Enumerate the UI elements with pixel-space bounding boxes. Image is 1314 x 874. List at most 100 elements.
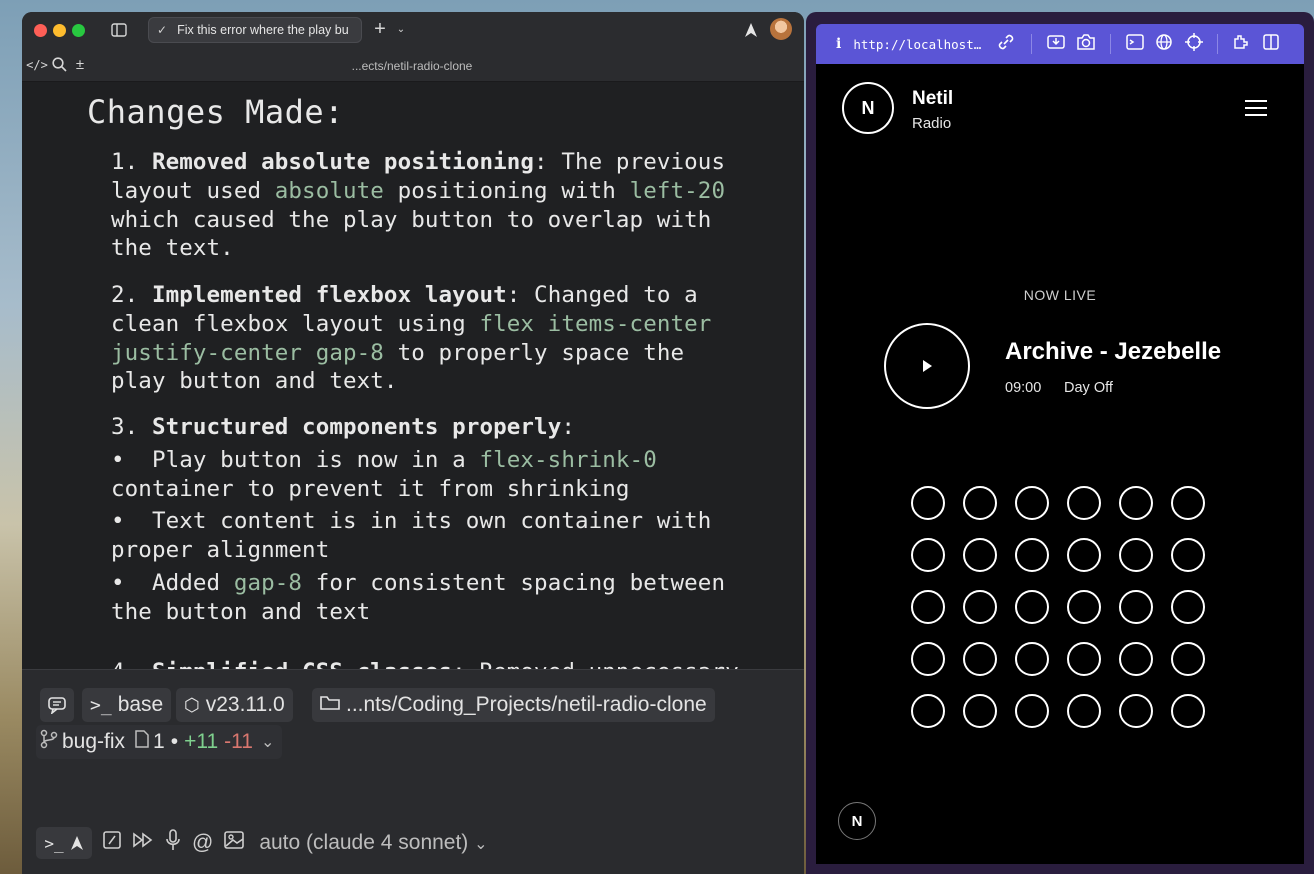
chevron-down-icon: ⌄ — [260, 734, 275, 751]
bullet-3: • Added gap-8 for consistent spacing bet… — [111, 569, 725, 627]
extension-icon[interactable] — [1232, 33, 1252, 56]
show-name: Day Off — [1064, 380, 1113, 396]
chat-icon[interactable] — [40, 688, 74, 722]
grid-circle[interactable] — [963, 642, 997, 676]
grid-circle[interactable] — [1015, 538, 1049, 572]
grid-circle[interactable] — [911, 694, 945, 728]
bullet-text: proper alignment — [111, 536, 330, 563]
grid-circle[interactable] — [911, 642, 945, 676]
bullet-text: • Added — [111, 570, 234, 596]
inline-code: gap-8 — [233, 570, 303, 596]
grid-circle[interactable] — [1067, 694, 1101, 728]
grid-circle[interactable] — [1171, 642, 1205, 676]
grid-circle[interactable] — [1171, 538, 1205, 572]
sidebar-toggle-icon[interactable] — [110, 21, 128, 39]
grid-circle[interactable] — [963, 538, 997, 572]
grid-circle[interactable] — [1119, 590, 1153, 624]
footer-logo[interactable]: N — [838, 802, 876, 840]
item-text: : — [561, 414, 575, 440]
breadcrumb-path: ...ects/netil-radio-clone — [351, 59, 473, 73]
grid-circle[interactable] — [963, 486, 997, 520]
microphone-icon[interactable] — [164, 829, 182, 857]
git-branch-icon — [40, 729, 58, 755]
folder-icon — [320, 693, 340, 717]
site-logo[interactable]: N — [842, 82, 894, 134]
grid-circle[interactable] — [1119, 538, 1153, 572]
node-version-chip[interactable]: ⬡ v23.11.0 — [176, 688, 293, 722]
grid-circle[interactable] — [1067, 642, 1101, 676]
ai-response-content: Changes Made: 1. Removed absolute positi… — [22, 82, 804, 672]
terminal-mode-toggle[interactable]: >_ — [36, 827, 92, 859]
grid-circle[interactable] — [911, 538, 945, 572]
bullet-text: for consistent spacing between — [302, 570, 726, 596]
grid-circle[interactable] — [1067, 486, 1101, 520]
model-selector[interactable]: auto (claude 4 sonnet) ⌄ — [259, 831, 487, 855]
item-text: to properly space the — [383, 339, 685, 366]
new-tab-icon[interactable]: + — [370, 18, 390, 40]
grid-circle[interactable] — [1119, 642, 1153, 676]
inline-code: flex-shrink-0 — [479, 447, 657, 473]
grid-circle[interactable] — [1119, 694, 1153, 728]
fast-forward-icon[interactable] — [132, 831, 154, 855]
change-item-1: 1. Removed absolute positioning: The pre… — [111, 148, 725, 263]
grid-circle[interactable] — [1067, 590, 1101, 624]
browser-preview-window: i http://localhost… N Netil Radio NOW LI… — [806, 12, 1314, 874]
site-subtitle: Radio — [912, 115, 952, 132]
minimize-window-button[interactable] — [53, 24, 66, 37]
grid-circle[interactable] — [1171, 486, 1205, 520]
prompt-icon: >_ — [90, 694, 112, 716]
directory-chip[interactable]: ...nts/Coding_Projects/netil-radio-clone — [312, 688, 715, 722]
edit-icon[interactable] — [102, 830, 122, 856]
item-text: : Changed to a — [506, 282, 698, 308]
link-icon[interactable] — [997, 33, 1015, 56]
bullet-text: container to prevent it from shrinking — [111, 475, 630, 502]
close-window-button[interactable] — [34, 24, 47, 37]
hamburger-menu-icon[interactable] — [1245, 100, 1267, 116]
mention-icon[interactable]: @ — [192, 831, 213, 855]
grid-circle[interactable] — [1171, 590, 1205, 624]
download-icon[interactable] — [1046, 33, 1066, 56]
grid-circle[interactable] — [1067, 538, 1101, 572]
plus-minus-icon[interactable]: ± — [72, 54, 88, 74]
grid-circle[interactable] — [1015, 694, 1049, 728]
site-preview: N Netil Radio NOW LIVE Archive - Jezebel… — [816, 64, 1304, 864]
url-text[interactable]: http://localhost… — [853, 37, 981, 52]
circle-grid — [911, 486, 1205, 728]
grid-circle[interactable] — [1171, 694, 1205, 728]
grid-circle[interactable] — [911, 590, 945, 624]
item-text: the text. — [111, 235, 234, 262]
zoom-window-button[interactable] — [72, 24, 85, 37]
item-title: Implemented flexbox layout — [151, 282, 507, 308]
node-version: v23.11.0 — [205, 693, 285, 716]
item-text: which caused the play button to overlap … — [111, 206, 712, 233]
grid-circle[interactable] — [1015, 590, 1049, 624]
grid-circle[interactable] — [1015, 486, 1049, 520]
git-status-chip[interactable]: bug-fix 1 • +11 -11 ⌄ — [36, 725, 283, 759]
info-icon[interactable]: i — [836, 36, 841, 52]
grid-circle[interactable] — [911, 486, 945, 520]
grid-circle[interactable] — [963, 590, 997, 624]
grid-circle[interactable] — [1119, 486, 1153, 520]
play-icon — [923, 360, 932, 372]
chevron-down-icon: ⌄ — [474, 836, 488, 853]
search-icon[interactable] — [50, 55, 68, 73]
chevron-down-icon[interactable]: ⌄ — [394, 20, 408, 38]
now-live-label: NOW LIVE — [1023, 287, 1097, 303]
console-icon[interactable] — [1125, 33, 1145, 56]
prompt-icon: >_ — [44, 833, 64, 853]
split-view-icon[interactable] — [1262, 33, 1280, 56]
code-icon[interactable]: </> — [26, 56, 48, 74]
crosshair-icon[interactable] — [1185, 32, 1204, 56]
camera-icon[interactable] — [1076, 33, 1096, 56]
image-icon[interactable] — [223, 830, 245, 856]
tab-active-conversation[interactable]: ✓ Fix this error where the play bu — [148, 17, 362, 43]
avatar[interactable] — [770, 18, 792, 40]
item-text: clean flexbox layout using — [111, 310, 480, 337]
grid-circle[interactable] — [963, 694, 997, 728]
check-icon: ✓ — [157, 23, 168, 37]
play-button[interactable] — [884, 323, 970, 409]
grid-circle[interactable] — [1015, 642, 1049, 676]
warp-logo-icon[interactable] — [742, 19, 760, 41]
globe-icon[interactable] — [1155, 33, 1173, 56]
env-chip[interactable]: >_ base — [82, 688, 172, 722]
